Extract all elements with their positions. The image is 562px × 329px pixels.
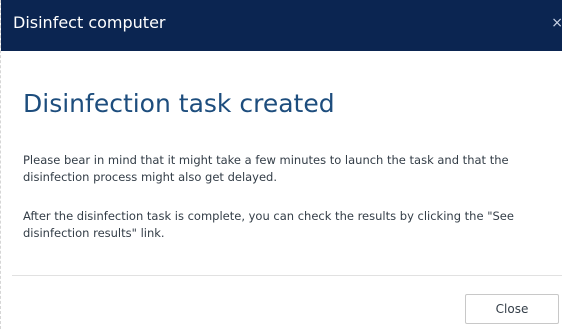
dialog-heading: Disinfection task created bbox=[23, 89, 335, 118]
info-paragraph-results: After the disinfection task is complete,… bbox=[23, 209, 514, 240]
dialog-title: Disinfect computer bbox=[13, 13, 166, 32]
footer-divider bbox=[12, 275, 562, 276]
close-button[interactable]: Close bbox=[465, 294, 559, 324]
dialog-titlebar: Disinfect computer × bbox=[1, 0, 562, 51]
info-paragraph-delay: Please bear in mind that it might take a… bbox=[23, 153, 509, 184]
disinfect-dialog: Disinfect computer × Disinfection task c… bbox=[0, 0, 562, 329]
dialog-body: Disinfection task created Please bear in… bbox=[23, 88, 553, 240]
close-icon[interactable]: × bbox=[551, 14, 562, 32]
